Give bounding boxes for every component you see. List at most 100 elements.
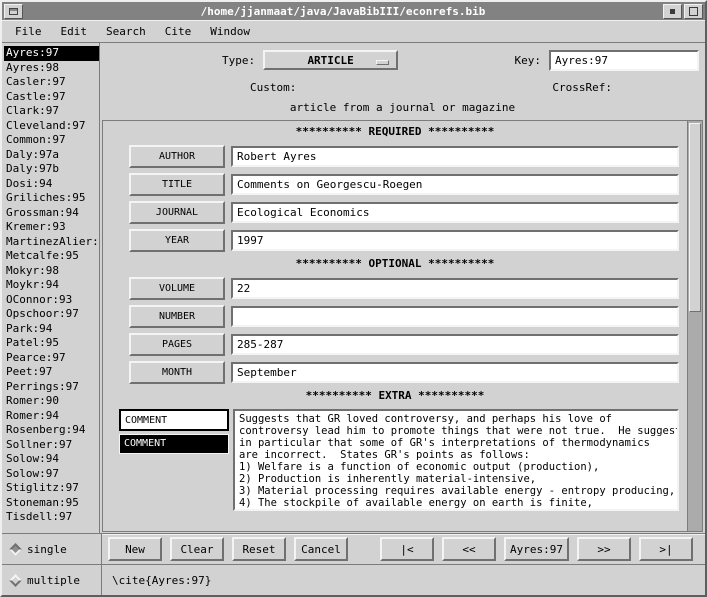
nav-next-button[interactable]: >> [577,537,631,561]
field-row-journal: JOURNAL [129,201,679,224]
mode-toggle-single[interactable]: single [2,534,102,565]
ref-list-item[interactable]: Solow:97 [4,467,99,482]
clear-button[interactable]: Clear [170,537,224,561]
record-navigation: |< << Ayres:97 >> >| [380,537,693,561]
field-label-author: AUTHOR [129,145,225,168]
minimize-glyph-icon [670,9,675,14]
ref-list-item[interactable]: Romer:94 [4,409,99,424]
field-input-number[interactable] [231,306,679,327]
field-input-year[interactable] [231,230,679,251]
field-row-author: AUTHOR [129,145,679,168]
menu-item-edit[interactable]: Edit [61,25,88,38]
field-row-number: NUMBER [129,305,679,328]
ref-list-item[interactable]: OConnor:93 [4,293,99,308]
ref-list-item[interactable]: Stoneman:95 [4,496,99,511]
ref-list-item[interactable]: Common:97 [4,133,99,148]
reset-button[interactable]: Reset [232,537,286,561]
ref-list-item[interactable]: Ayres:98 [4,61,99,76]
extra-field-option[interactable]: COMMENT [120,435,228,453]
ref-list-item[interactable]: Clark:97 [4,104,99,119]
field-input-pages[interactable] [231,334,679,355]
cancel-button[interactable]: Cancel [294,537,348,561]
ref-list-item[interactable]: Peet:97 [4,365,99,380]
field-input-month[interactable] [231,362,679,383]
field-input-title[interactable] [231,174,679,195]
mode-toggle-multiple[interactable]: multiple [2,565,102,596]
field-input-author[interactable] [231,146,679,167]
ref-list-item[interactable]: Solow:94 [4,452,99,467]
fields-panel: ********** REQUIRED ********** AUTHORTIT… [102,120,703,532]
scrollbar-thumb-icon[interactable] [689,123,701,312]
optional-fields: VOLUMENUMBERPAGESMONTH [103,277,687,384]
ref-list-item[interactable]: Moykr:94 [4,278,99,293]
menu-item-window[interactable]: Window [210,25,250,38]
action-buttons: New Clear Reset Cancel [108,537,348,561]
menu-item-search[interactable]: Search [106,25,146,38]
ref-list-item[interactable]: Casler:97 [4,75,99,90]
ref-list-item[interactable]: Daly:97b [4,162,99,177]
minimize-icon[interactable] [663,4,682,19]
nav-first-button[interactable]: |< [380,537,434,561]
radio-diamond-icon [9,543,22,556]
window-menu-glyph-icon [9,8,18,15]
field-row-title: TITLE [129,173,679,196]
menu-item-file[interactable]: File [15,25,42,38]
field-label-number: NUMBER [129,305,225,328]
ref-list-item[interactable]: Pearce:97 [4,351,99,366]
custom-crossref-row: Custom: CrossRef: [100,78,705,96]
mode-single-label: single [27,543,67,556]
field-row-pages: PAGES [129,333,679,356]
ref-list-item[interactable]: Griliches:95 [4,191,99,206]
field-label-journal: JOURNAL [129,201,225,224]
ref-list-item[interactable]: Tisdell:97 [4,510,99,525]
ref-list-item[interactable]: Opschoor:97 [4,307,99,322]
footer: single New Clear Reset Cancel |< << Ayres:97 >… [2,533,705,595]
nav-current-button[interactable]: Ayres:97 [504,537,569,561]
ref-list-item[interactable]: Sollner:97 [4,438,99,453]
ref-list-item[interactable]: Park:94 [4,322,99,337]
ref-list-item[interactable]: Ayres:97 [4,46,99,61]
window-title: /home/jjanmaat/java/JavaBibIII/econrefs.… [24,5,662,18]
ref-list-item[interactable]: Kremer:93 [4,220,99,235]
key-input[interactable] [549,50,699,71]
ref-list-item[interactable]: Cleveland:97 [4,119,99,134]
extra-field-combo[interactable]: COMMENT [119,409,229,431]
type-label: Type: [222,54,255,67]
ref-list-item[interactable]: Stiglitz:97 [4,481,99,496]
ref-list-item[interactable]: Perrings:97 [4,380,99,395]
nav-last-button[interactable]: >| [639,537,693,561]
ref-list-item[interactable]: Rosenberg:94 [4,423,99,438]
field-input-journal[interactable] [231,202,679,223]
comment-textarea[interactable]: Suggests that GR loved controversy, and … [233,409,679,511]
mode-multiple-label: multiple [27,574,80,587]
form-scrollbar[interactable] [687,121,702,531]
field-row-month: MONTH [129,361,679,384]
maximize-icon[interactable] [684,4,703,19]
window-menu-icon[interactable] [4,4,23,19]
titlebar: /home/jjanmaat/java/JavaBibIII/econrefs.… [2,2,705,20]
extra-field-selector: COMMENT COMMENT [119,409,229,454]
ref-list-item[interactable]: Grossman:94 [4,206,99,221]
type-key-row: Type: ARTICLE Key: [100,48,699,72]
type-value: ARTICLE [307,54,353,67]
menu-item-cite[interactable]: Cite [165,25,192,38]
key-label: Key: [515,54,542,67]
ref-list-item[interactable]: MartinezAlier:9 [4,235,99,250]
ref-list-item[interactable]: Romer:90 [4,394,99,409]
ref-list-item[interactable]: Castle:97 [4,90,99,105]
new-button[interactable]: New [108,537,162,561]
ref-list-item[interactable]: Metcalfe:95 [4,249,99,264]
ref-list-item[interactable]: Dosi:94 [4,177,99,192]
ref-list-item[interactable]: Daly:97a [4,148,99,163]
radio-diamond-icon [9,574,22,587]
type-dropdown[interactable]: ARTICLE [263,50,398,70]
actions-row: New Clear Reset Cancel |< << Ayres:97 >> >| [102,534,705,565]
nav-prev-button[interactable]: << [442,537,496,561]
option-menu-dash-icon [376,60,389,65]
custom-label: Custom: [250,81,296,94]
extra-area: COMMENT COMMENT Suggests that GR loved c… [119,409,679,511]
field-input-volume[interactable] [231,278,679,299]
ref-list-item[interactable]: Patel:95 [4,336,99,351]
ref-list-item[interactable]: Mokyr:98 [4,264,99,279]
entry-editor: Type: ARTICLE Key: Custom: CrossRef: art… [100,43,705,533]
